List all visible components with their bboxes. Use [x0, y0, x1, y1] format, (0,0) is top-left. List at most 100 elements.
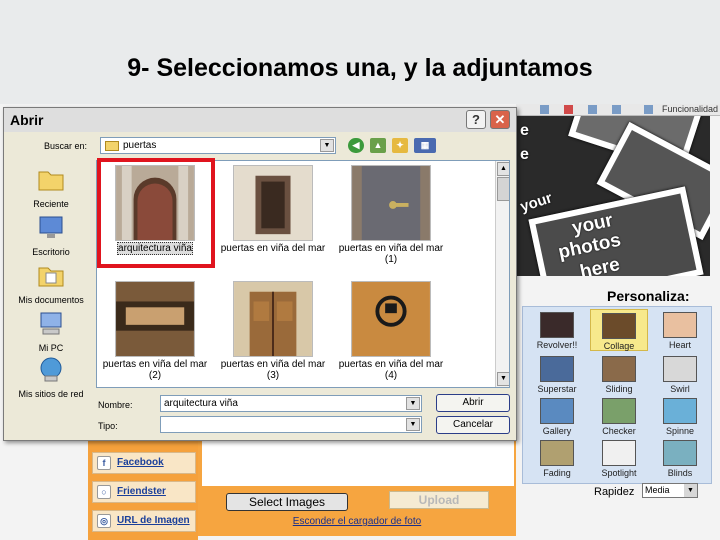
source-link-facebook[interactable]: f Facebook — [92, 452, 196, 474]
effect-checker[interactable]: Checker — [590, 395, 648, 437]
effects-panel: Revolver!! Collage Heart Superstar Slidi… — [522, 306, 712, 484]
file-thumbnail — [351, 165, 431, 241]
chevron-down-icon[interactable]: ▼ — [406, 418, 420, 431]
place-my-computer[interactable]: Mi PC — [10, 310, 92, 353]
effect-thumbnail — [663, 440, 697, 466]
file-item[interactable]: puertas en viña del mar (3) — [219, 277, 327, 387]
effect-label: Revolver!! — [536, 340, 578, 350]
file-type-select[interactable]: ▼ — [160, 416, 422, 433]
my-documents-icon — [38, 267, 64, 287]
effect-blinds[interactable]: Blinds — [651, 437, 709, 479]
effect-label: Swirl — [670, 384, 690, 394]
effect-gallery[interactable]: Gallery — [528, 395, 586, 437]
friendster-icon: ○ — [97, 485, 111, 499]
scroll-thumb[interactable] — [497, 177, 509, 201]
facebook-icon: f — [97, 456, 111, 470]
file-item[interactable]: puertas en viña del mar (1) — [337, 161, 445, 273]
effect-thumbnail — [540, 398, 574, 424]
toolbar-icon[interactable] — [564, 105, 573, 114]
effect-spinne[interactable]: Spinne — [651, 395, 709, 437]
file-name: puertas en viña del mar (1) — [338, 243, 444, 265]
effect-revolver[interactable]: Revolver!! — [528, 309, 586, 351]
effect-swirl[interactable]: Swirl — [651, 353, 709, 395]
selection-highlight — [97, 158, 215, 268]
collage-side-text: your — [518, 189, 555, 216]
effect-thumbnail — [663, 312, 697, 338]
source-link-friendster[interactable]: ○ Friendster — [92, 481, 196, 503]
recent-folder-icon — [38, 171, 64, 191]
effect-label: Spinne — [665, 426, 695, 436]
effect-heart[interactable]: Heart — [651, 309, 709, 351]
effect-label: Collage — [603, 341, 635, 351]
chevron-down-icon[interactable]: ▼ — [684, 484, 697, 497]
collage-side-text: e — [520, 122, 529, 139]
scroll-up-icon[interactable]: ▲ — [497, 162, 509, 176]
vertical-scrollbar[interactable]: ▲ ▼ — [495, 161, 509, 387]
dialog-titlebar[interactable]: Abrir ? ✕ — [4, 108, 516, 132]
effect-sliding[interactable]: Sliding — [590, 353, 648, 395]
scroll-down-icon[interactable]: ▼ — [497, 372, 509, 386]
source-link-url[interactable]: ◎ URL de Imagen — [92, 510, 196, 532]
place-label: Reciente — [33, 199, 69, 209]
toolbar-icon[interactable] — [644, 105, 653, 114]
hide-uploader-link[interactable]: Esconder el cargador de foto — [198, 516, 516, 527]
select-images-button[interactable]: Select Images — [226, 493, 348, 511]
effect-spotlight[interactable]: Spotlight — [590, 437, 648, 479]
effect-label: Blinds — [667, 468, 693, 478]
place-desktop[interactable]: Escritorio — [10, 214, 92, 257]
upload-button[interactable]: Upload — [389, 491, 489, 509]
personaliza-label: Personaliza: — [607, 288, 690, 304]
place-network[interactable]: Mis sitios de red — [10, 356, 92, 399]
file-item[interactable]: puertas en viña del mar — [219, 161, 327, 273]
toolbar-icon[interactable] — [540, 105, 549, 114]
effect-collage[interactable]: Collage — [590, 309, 648, 351]
file-name: puertas en viña del mar (4) — [338, 359, 444, 381]
speed-select[interactable]: Media ▼ — [642, 483, 698, 498]
view-menu-icon[interactable]: ▦ — [414, 138, 436, 153]
effect-thumbnail — [540, 440, 574, 466]
file-name: puertas en viña del mar — [220, 243, 326, 254]
open-file-dialog: Abrir ? ✕ Buscar en: puertas ▼ ◀ ▲ ✦ ▦ R… — [3, 107, 517, 441]
effect-fading[interactable]: Fading — [528, 437, 586, 479]
desktop-icon — [39, 216, 63, 238]
effect-thumbnail — [602, 440, 636, 466]
effect-thumbnail — [602, 356, 636, 382]
file-name-field[interactable]: arquitectura viña ▼ — [160, 395, 422, 412]
chevron-down-icon[interactable]: ▼ — [320, 139, 334, 152]
file-name-label: Nombre: — [98, 400, 133, 410]
upload-drop-box — [202, 440, 514, 486]
look-in-select[interactable]: puertas ▼ — [100, 137, 336, 154]
effect-label: Heart — [668, 340, 691, 350]
file-thumbnail — [115, 281, 195, 357]
file-name: puertas en viña del mar (2) — [102, 359, 208, 381]
browser-toolbar: Funcionalidad — [516, 104, 720, 116]
cancel-button[interactable]: Cancelar — [436, 416, 510, 434]
folder-icon — [105, 141, 119, 151]
my-computer-icon — [40, 312, 62, 335]
source-link-label: Facebook — [117, 457, 164, 468]
toolbar-icon[interactable] — [588, 105, 597, 114]
place-recent[interactable]: Reciente — [10, 166, 92, 209]
place-my-documents[interactable]: Mis documentos — [10, 262, 92, 305]
file-item[interactable]: puertas en viña del mar (2) — [101, 277, 209, 387]
places-bar: Reciente Escritorio Mis documentos Mi PC… — [10, 160, 92, 399]
place-label: Mis sitios de red — [18, 389, 84, 399]
file-item[interactable]: puertas en viña del mar (4) — [337, 277, 445, 387]
effect-thumbnail — [663, 356, 697, 382]
effect-superstar[interactable]: Superstar — [528, 353, 586, 395]
up-folder-icon[interactable]: ▲ — [370, 138, 386, 153]
source-link-label: URL de Imagen — [117, 515, 190, 526]
place-label: Escritorio — [32, 247, 70, 257]
help-button[interactable]: ? — [466, 110, 486, 129]
chevron-down-icon[interactable]: ▼ — [406, 397, 420, 410]
open-button[interactable]: Abrir — [436, 394, 510, 412]
slide-header: 9- Seleccionamos una, y la adjuntamos — [0, 0, 720, 104]
back-icon[interactable]: ◀ — [348, 138, 364, 153]
file-thumbnail — [233, 281, 313, 357]
effect-thumbnail — [540, 356, 574, 382]
file-name-field-value: arquitectura viña — [164, 398, 238, 409]
new-folder-icon[interactable]: ✦ — [392, 138, 408, 153]
close-button[interactable]: ✕ — [490, 110, 510, 129]
toolbar-icon[interactable] — [612, 105, 621, 114]
look-in-value: puertas — [123, 140, 157, 151]
